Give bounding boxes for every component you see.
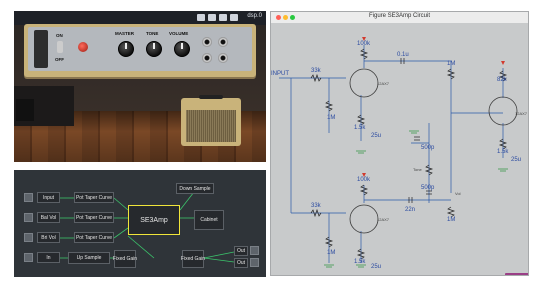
label-r-cath3: 1.5k (497, 149, 509, 155)
input-jack-3[interactable] (202, 53, 212, 63)
label-r-grid-leak2: 1M (327, 250, 335, 256)
tone-label: TONE (146, 31, 159, 36)
bal-vol-node[interactable]: Bal Vol (37, 212, 60, 223)
input-toggle[interactable] (24, 193, 33, 202)
label-r-plate2: 100k (357, 177, 371, 183)
power-light (78, 42, 88, 52)
tone-label: Tone (413, 167, 422, 172)
volume-label: VOLUME (169, 31, 189, 36)
bri-vol-toggle[interactable] (24, 233, 33, 242)
tube-3 (488, 96, 518, 126)
tone-knob[interactable] (146, 41, 162, 57)
schematic-canvas: INPUT 33k 33k 100k 100k 82k 1M 1M 1.5k 1… (271, 23, 528, 275)
label-r-cath1: 1.5k (354, 125, 366, 131)
speaker-icon[interactable] (230, 14, 238, 21)
label-r-vol: 1M (447, 61, 455, 67)
schematic-window: Figure SE3Amp Circuit INPUT 33k 33k 100k… (270, 11, 529, 276)
input-node[interactable]: Input (37, 192, 60, 203)
logo-badge (34, 30, 48, 68)
menu-icon[interactable] (208, 14, 216, 21)
out-toggle-2[interactable] (250, 258, 259, 267)
label-r-plate1: 100k (357, 41, 371, 47)
reset-button[interactable]: reset (505, 273, 528, 275)
label-c-bright: 500p (421, 185, 435, 191)
label-c-coupling1: 0.1u (397, 52, 409, 58)
bri-vol-node[interactable]: Bri Vol (37, 232, 60, 243)
in-node[interactable]: In (37, 252, 60, 263)
master-knob[interactable] (118, 41, 134, 57)
tube-label-2: 12AX7 (377, 217, 390, 222)
switch-off-label: OFF (55, 57, 64, 62)
amp-toolbar-icons (197, 14, 238, 21)
pot-taper-node-3[interactable]: Pot Taper Curve (74, 232, 114, 243)
master-label: MASTER (115, 31, 134, 36)
up-sample-node[interactable]: Up Sample (68, 252, 110, 264)
bal-vol-toggle[interactable] (24, 213, 33, 222)
amp-panel: dsp.0 ON OFF MASTER TONE VOLUME (14, 11, 266, 162)
combo-amp (181, 95, 241, 146)
input-jack-1[interactable] (202, 37, 212, 47)
amp-toolbar: dsp.0 (14, 11, 266, 25)
label-r-grid2: 33k (311, 203, 322, 209)
label-r-tone: 1M (447, 217, 455, 223)
tube-1 (349, 68, 379, 98)
label-c-cath1: 25u (371, 133, 381, 139)
control-plate: ON OFF MASTER TONE VOLUME (28, 27, 252, 71)
se3amp-node[interactable]: SE3Amp (128, 205, 180, 235)
down-sample-node[interactable]: Down Sample (176, 183, 214, 194)
tube-label-3: 12AX7 (515, 111, 528, 116)
vol-label: Vol (455, 191, 461, 196)
graph-panel: Input Bal Vol Bri Vol In Pot Taper Curve… (14, 170, 266, 277)
volume-knob[interactable] (174, 41, 190, 57)
device-label: dsp.0 (247, 13, 262, 19)
fixed-gain-node-2[interactable]: Fixed Gain (181, 250, 205, 268)
input-jack-4[interactable] (218, 53, 228, 63)
side-speaker (16, 99, 34, 121)
label-c-cath3: 25u (511, 157, 521, 163)
power-switch[interactable] (57, 41, 63, 53)
label-r-grid1: 33k (311, 68, 322, 74)
switch-on-label: ON (56, 33, 63, 38)
out-toggle-1[interactable] (250, 246, 259, 255)
square-icon[interactable] (219, 14, 227, 21)
tube-label-1: 12AX7 (377, 81, 390, 86)
combo-handle (199, 95, 223, 99)
combo-grille (186, 110, 236, 142)
label-r-plate3: 82k (497, 77, 508, 83)
tube-2 (349, 204, 379, 234)
label-c-tone: 500p (421, 145, 435, 151)
label-c-cath2: 25u (371, 264, 381, 270)
circuit-diagram: INPUT 33k 33k 100k 100k 82k 1M 1M 1.5k 1… (271, 37, 528, 270)
pot-taper-node-1[interactable]: Pot Taper Curve (74, 192, 114, 203)
out-node-2[interactable]: Out (234, 258, 248, 268)
label-r-grid-leak1: 1M (327, 115, 335, 121)
in-toggle[interactable] (24, 253, 33, 262)
fixed-gain-node-1[interactable]: Fixed Gain (113, 250, 137, 268)
input-label: INPUT (271, 71, 289, 77)
pot-taper-node-2[interactable]: Pot Taper Curve (74, 212, 114, 223)
input-jack-2[interactable] (218, 37, 228, 47)
label-c-coupling2: 22n (405, 207, 415, 213)
out-node-1[interactable]: Out (234, 246, 248, 256)
window-title: Figure SE3Amp Circuit (368, 13, 431, 19)
label-r-cath2: 1.5k (354, 259, 366, 265)
cabinet-node[interactable]: Cabinet (194, 210, 224, 230)
window-icon[interactable] (197, 14, 205, 21)
